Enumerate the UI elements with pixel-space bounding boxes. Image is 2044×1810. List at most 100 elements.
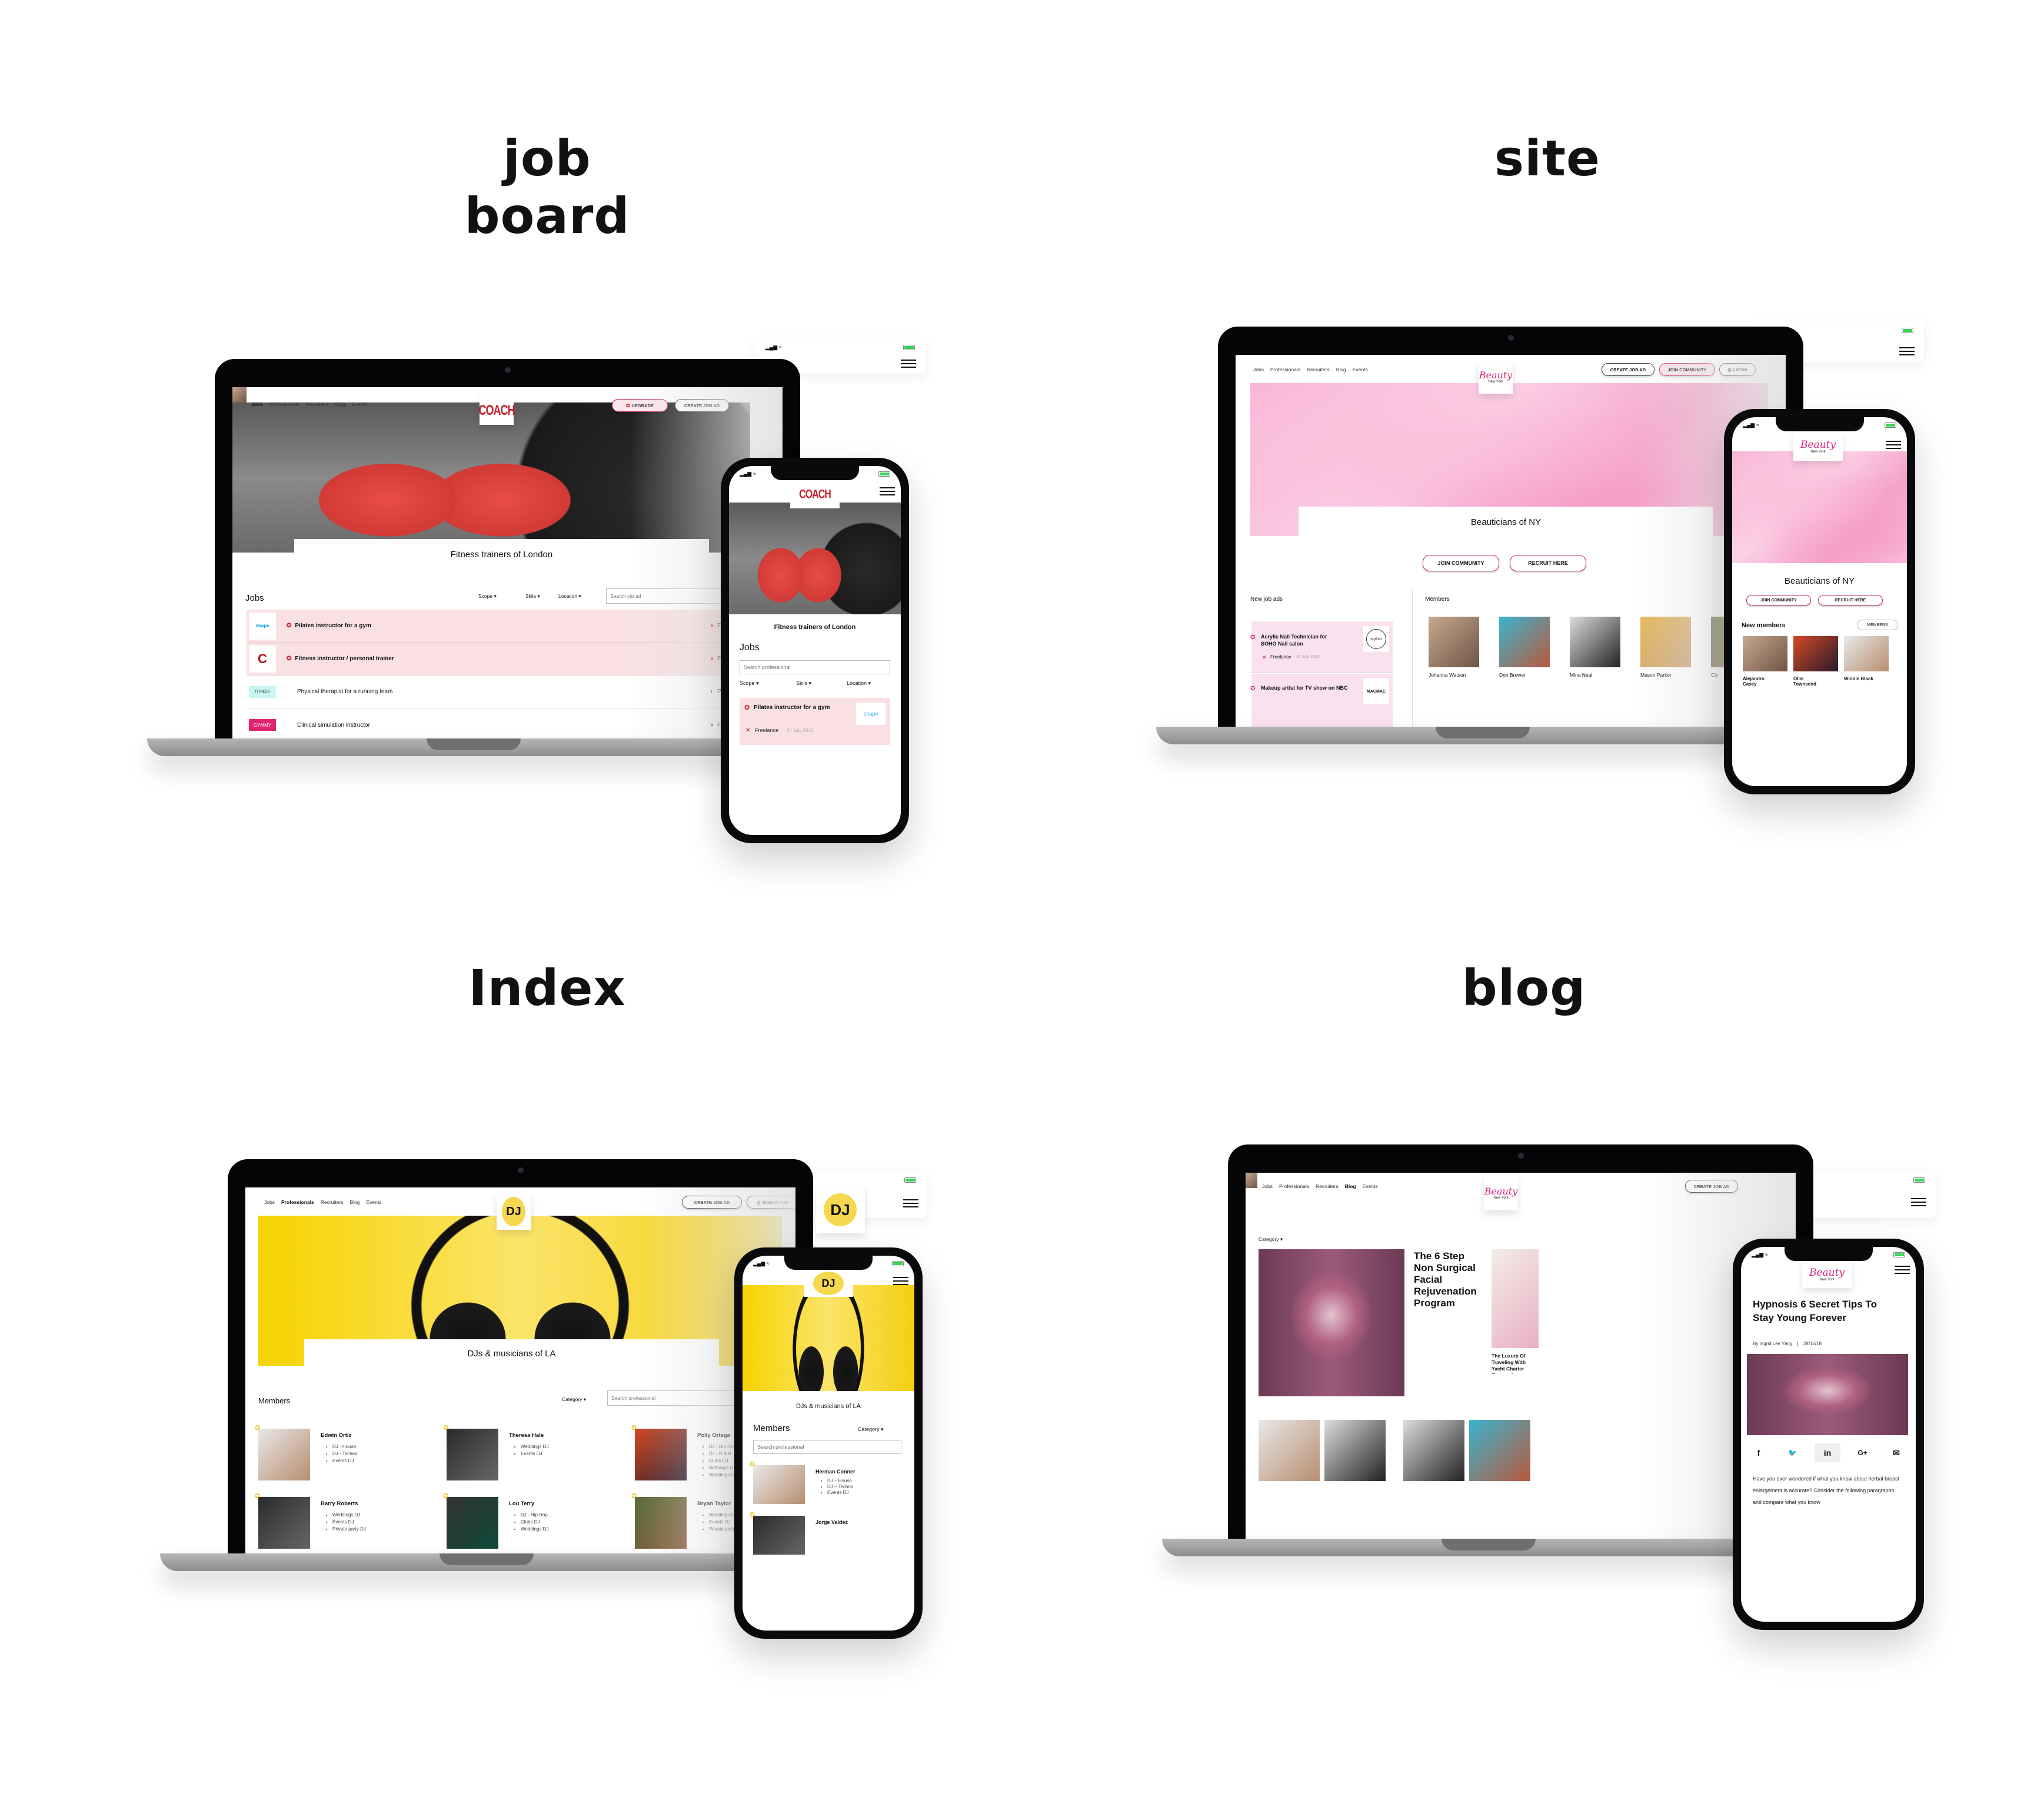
filter-skills[interactable]: Skils ▾ [525,593,540,600]
member-photo [447,1497,498,1549]
beauty-logo[interactable]: Beauty New York [1479,361,1513,394]
featured-article-title[interactable]: The 6 Step Non Surgical Facial Rejuvenat… [1414,1250,1479,1309]
nav-blog[interactable]: Blog [1345,1183,1356,1189]
member-card[interactable]: Mina Neal [1570,617,1620,678]
user-avatar[interactable] [232,387,247,402]
nav-blog[interactable]: Blog [335,401,345,407]
menu-icon[interactable] [901,360,916,368]
battery-icon [1902,327,1913,333]
nav-events[interactable]: Events [352,401,367,407]
menu-icon[interactable] [903,1199,918,1207]
nav-professionals[interactable]: Professionals [1279,1183,1309,1189]
coach-logo[interactable]: COACH [479,395,515,425]
beauty-logo[interactable]: Beauty New York [1793,432,1843,461]
member-photo [1743,636,1787,671]
member-card[interactable]: Alejandro Casey [1743,636,1787,687]
award-icon: ✪ [255,1493,261,1500]
mail-icon[interactable]: ✉ [1885,1448,1908,1458]
menu-icon[interactable] [1899,347,1915,355]
member-card[interactable]: Don Brewer [1499,617,1550,678]
featured-article-image[interactable] [1259,1249,1404,1396]
nav-blog[interactable]: Blog [349,1199,359,1205]
filter-skills[interactable]: Skils ▾ [796,680,811,687]
menu-icon[interactable] [1895,1266,1910,1274]
nav-blog[interactable]: Blog [1336,367,1346,372]
nav-events[interactable]: Events [366,1199,381,1205]
member-card[interactable]: ✪ Edwin Ortiz DJ - HouseDJ - TechnoEvent… [255,1425,447,1480]
join-community-cta[interactable]: JOIN COMMUNITY [1746,595,1811,605]
recruit-here-cta[interactable]: RECRUIT HERE [1510,555,1586,571]
recruit-here-cta[interactable]: RECRUIT HERE [1818,595,1883,605]
job-ad-card[interactable]: ✪ Acrylic Nail Technician for SOHO Nail … [1250,621,1393,673]
member-card[interactable]: ✪ Herman Conner DJ – HouseDJ – TechnoEve… [750,1461,855,1504]
article-thumb[interactable] [1259,1420,1320,1481]
join-community-cta[interactable]: JOIN COMMUNITY [1423,555,1499,571]
menu-icon[interactable] [880,487,895,495]
linkedin-icon[interactable]: in [1815,1443,1840,1462]
menu-icon[interactable] [1886,441,1901,449]
search-professional-input[interactable] [740,660,890,674]
nav-professionals[interactable]: Professionals [269,401,299,407]
category-filter[interactable]: Category ▾ [562,1396,586,1403]
member-name: Don Brewer [1499,672,1526,678]
dj-logo[interactable]: DJ [804,1270,853,1297]
company-logo-fitness: FITNESS [249,686,276,698]
nav-recruiters[interactable]: Recruiters [1307,367,1330,372]
laptop-coach: Jobs Professionals Recruiters Blog Event… [147,359,800,771]
member-card[interactable]: Johanna Watson [1429,617,1479,678]
member-card[interactable]: ✪ Jorge Valdez [750,1512,848,1555]
nav-jobs[interactable]: Jobs [251,401,263,407]
filter-scope[interactable]: Scope ▾ [740,680,759,687]
member-photo [1570,617,1620,667]
nav-events[interactable]: Events [1353,367,1368,372]
member-card[interactable]: ✪ Barry Roberts Weddings DJEvents DJPriv… [255,1493,447,1549]
article-thumb[interactable] [1469,1420,1530,1481]
filter-location[interactable]: Location ▾ [558,593,581,600]
member-card[interactable]: ✪ Lou Terry DJ - Hip HopClubs DJWeddings… [443,1493,635,1549]
article-thumb[interactable] [1403,1420,1464,1481]
search-professional-input[interactable] [753,1440,901,1454]
author[interactable]: By Ingrid Lee Yang [1753,1341,1792,1346]
beauty-logo[interactable]: Beauty New York [1484,1176,1518,1210]
user-avatar[interactable] [1246,1173,1257,1188]
category-filter[interactable]: Category ▾ [1259,1236,1283,1243]
facebook-icon[interactable]: f [1747,1448,1770,1458]
job-ad-card[interactable]: ✪ Makeup artist for TV show on NBC MACMA… [1250,674,1393,727]
battery-icon [904,1177,916,1183]
dj-desktop-screen: Jobs Professionals Recruiters Blog Event… [245,1187,795,1553]
dj-logo[interactable]: DJ [497,1193,531,1230]
category-filter[interactable]: Category ▾ [858,1426,884,1433]
member-card[interactable]: Ollie Townsend [1793,636,1838,687]
menu-icon[interactable] [1911,1198,1926,1206]
filter-location[interactable]: Location ▾ [847,680,871,687]
nav-professionals[interactable]: Professionals [281,1199,314,1205]
member-name: Ollie Townsend [1793,676,1816,687]
laptop-base [1156,727,1809,744]
nav-professionals[interactable]: Professionals [1270,367,1300,372]
twitter-icon[interactable]: 🐦 [1781,1449,1805,1457]
member-card[interactable]: ✪ Theresa Hale Weddings DJEvents DJ [443,1425,635,1480]
nav-recruiters[interactable]: Recruiters [306,401,329,407]
new-members-heading: New members [1742,622,1786,629]
google-plus-icon[interactable]: G+ [1851,1449,1875,1457]
nav-jobs[interactable]: Jobs [264,1199,275,1205]
nav-recruiters[interactable]: Recruiters [321,1199,344,1205]
job-card[interactable]: ✪ Pilates instructor for a gym ✕ Freelan… [740,698,890,745]
award-icon: ✪ [287,656,292,662]
nav-jobs[interactable]: Jobs [1253,367,1264,372]
side-article-image[interactable] [1492,1249,1539,1348]
coach-logo[interactable]: COACH [790,481,840,508]
side-article-title[interactable]: The Luxury Of Traveling With Yacht Chart… [1492,1353,1539,1374]
nav-recruiters[interactable]: Recruiters [1316,1183,1339,1189]
members-heading: Members [753,1423,790,1433]
member-card[interactable]: Winnie Black [1844,636,1889,687]
beauty-logo[interactable]: Beauty New York [1802,1261,1852,1288]
article-thumb[interactable] [1324,1420,1386,1481]
nav-events[interactable]: Events [1363,1183,1378,1189]
menu-icon[interactable] [893,1277,908,1285]
member-photo [258,1429,310,1480]
filter-scope[interactable]: Scope ▾ [478,593,497,600]
nav-jobs[interactable]: Jobs [1262,1183,1273,1189]
members-button[interactable]: MEMBERS [1857,620,1898,630]
members-heading: Members [258,1396,291,1405]
